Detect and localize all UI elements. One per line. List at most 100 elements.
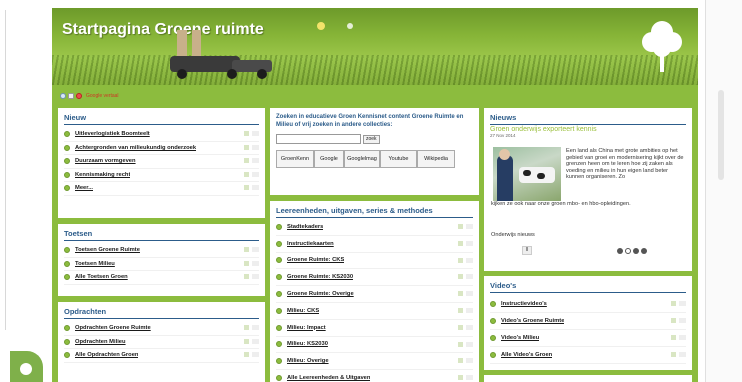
news-more-link[interactable]: Onderwijs nieuws	[491, 232, 535, 238]
print-icon[interactable]	[68, 93, 74, 99]
list-item[interactable]: Opdrachten Groene Ruimte	[64, 322, 259, 336]
info-icon[interactable]	[60, 93, 66, 99]
list-item[interactable]: Video's Groene Ruimte	[490, 313, 686, 330]
news-body-continued: kijken ze ook naar onze groen mbo- en hb…	[491, 201, 631, 207]
list-item[interactable]: Groene Ruimte: Overige	[276, 286, 473, 303]
search-engine-buttons: GroenKenn Google Googlelmag Youtube Wiki…	[270, 144, 479, 168]
slide-indicator	[617, 248, 647, 254]
panel-videos: Video's Instructievideo's Video's Groene…	[484, 276, 692, 370]
list-item[interactable]: Duurzaam vormgeven	[64, 155, 259, 169]
bullet-icon	[64, 274, 70, 281]
bullet-icon	[64, 185, 70, 192]
lawnmower-image	[170, 30, 272, 79]
engine-button-youtube[interactable]: Youtube	[380, 150, 417, 168]
panel-next	[484, 375, 692, 382]
scrollbar-thumb[interactable]	[718, 90, 724, 180]
list-item[interactable]: Milieu: CKS	[276, 303, 473, 320]
sun-icon	[317, 22, 325, 30]
panel-nieuws: Nieuws Groen onderwijs exporteert kennis…	[484, 108, 692, 271]
translate-link[interactable]: Google vertaal	[86, 93, 119, 99]
bullet-icon	[276, 324, 282, 331]
list-item[interactable]: Instructievideo's	[490, 296, 686, 313]
list-item[interactable]: Opdrachten Milieu	[64, 336, 259, 349]
list-item[interactable]: Video's Milieu	[490, 330, 686, 347]
bullet-icon	[64, 352, 70, 359]
list-item[interactable]: Milieu: Impact	[276, 320, 473, 337]
panel-heading: Opdrachten	[64, 307, 107, 316]
panel-heading: Leereenheden, uitgaven, series & methode…	[276, 206, 433, 215]
list-item[interactable]: Instructiekaarten	[276, 236, 473, 253]
list-item[interactable]: Toetsen Milieu	[64, 258, 259, 271]
panel-heading: Nieuws	[490, 113, 517, 122]
engine-button-groenkennisnet[interactable]: GroenKenn	[276, 150, 314, 168]
search-input[interactable]	[276, 134, 361, 144]
panel-nieuw: Nieuw Uitleverlogistiek Boomteelt Achter…	[58, 108, 265, 218]
panel-heading: Video's	[490, 281, 517, 290]
bullet-icon	[64, 325, 70, 332]
cloud-icon	[347, 23, 353, 29]
panel-heading: Toetsen	[64, 229, 93, 238]
bullet-icon	[490, 352, 496, 358]
vertical-scrollbar[interactable]	[705, 0, 742, 382]
pause-button[interactable]: II	[522, 246, 532, 255]
bullet-icon	[64, 131, 70, 138]
search-description: Zoeken in educatieve Groen Kennisnet con…	[276, 114, 464, 128]
header-banner: Startpagina Groene ruimte	[52, 8, 698, 85]
bullet-icon	[64, 260, 70, 267]
news-date: 27 Nov 2014	[490, 133, 516, 138]
search-button[interactable]: zoek	[363, 134, 380, 144]
bullet-icon	[276, 358, 282, 365]
list-item[interactable]: Milieu: Overige	[276, 353, 473, 371]
bullet-icon	[490, 301, 496, 307]
list-item[interactable]: Uitleverlogistiek Boomteelt	[64, 128, 259, 142]
page-container: Startpagina Groene ruimte Google vertaal…	[52, 8, 698, 382]
bullet-icon	[276, 341, 282, 348]
browser-left-margin	[0, 0, 52, 382]
panel-opdrachten: Opdrachten Opdrachten Groene Ruimte Opdr…	[58, 302, 265, 382]
feedback-corner-icon[interactable]	[10, 351, 43, 382]
bullet-icon	[276, 240, 282, 247]
tree-logo-icon	[642, 21, 682, 72]
bullet-icon	[64, 144, 70, 151]
list-item[interactable]: Toetsen Groene Ruimte	[64, 244, 259, 258]
list-item[interactable]: Alle Opdrachten Groen	[64, 349, 259, 363]
translate-icon[interactable]	[76, 93, 82, 99]
list-item[interactable]: Kennismaking recht	[64, 169, 259, 182]
list-item[interactable]: Alle Toetsen Groen	[64, 271, 259, 285]
list-item[interactable]: Groene Ruimte: KS2030	[276, 269, 473, 287]
toolbar-icons: Google vertaal	[60, 91, 119, 101]
list-item[interactable]: Groene Ruimte: CKS	[276, 253, 473, 270]
engine-button-wikipedia[interactable]: Wikipedia	[417, 150, 455, 168]
bullet-icon	[276, 223, 282, 230]
panel-toetsen: Toetsen Toetsen Groene Ruimte Toetsen Mi…	[58, 224, 265, 296]
bullet-icon	[276, 274, 282, 281]
list-item[interactable]: Stadtekaders	[276, 219, 473, 236]
bullet-icon	[276, 307, 282, 314]
list-item[interactable]: Milieu: KS2030	[276, 337, 473, 354]
bullet-icon	[276, 375, 282, 382]
slide-dot[interactable]	[641, 248, 647, 254]
slide-dot[interactable]	[633, 248, 639, 254]
news-headline[interactable]: Groen onderwijs exporteert kennis	[484, 125, 692, 133]
slide-dot[interactable]	[625, 248, 631, 254]
bullet-icon	[276, 257, 282, 264]
bullet-icon	[64, 338, 70, 345]
engine-button-google-images[interactable]: Googlelmag	[344, 150, 380, 168]
panel-leereenheden: Leereenheden, uitgaven, series & methode…	[270, 201, 479, 382]
list-item[interactable]: Alle Video's Groen	[490, 347, 686, 364]
bullet-icon	[276, 291, 282, 298]
engine-button-google[interactable]: Google	[314, 150, 344, 168]
slide-dot[interactable]	[617, 248, 623, 254]
news-photo[interactable]	[493, 147, 561, 201]
list-item[interactable]: Alle Leereenheden & Uitgaven	[276, 370, 473, 382]
list-item[interactable]: Meer...	[64, 182, 259, 196]
bullet-icon	[490, 318, 496, 324]
news-body: Een land als China met grote ambities op…	[566, 148, 684, 181]
bullet-icon	[490, 335, 496, 341]
bullet-icon	[64, 171, 70, 178]
panel-search: Zoeken in educatieve Groen Kennisnet con…	[270, 108, 479, 195]
list-item[interactable]: Achtergronden van milieukundig onderzoek	[64, 142, 259, 155]
panel-heading: Nieuw	[64, 113, 87, 122]
bullet-icon	[64, 247, 70, 254]
bullet-icon	[64, 158, 70, 165]
